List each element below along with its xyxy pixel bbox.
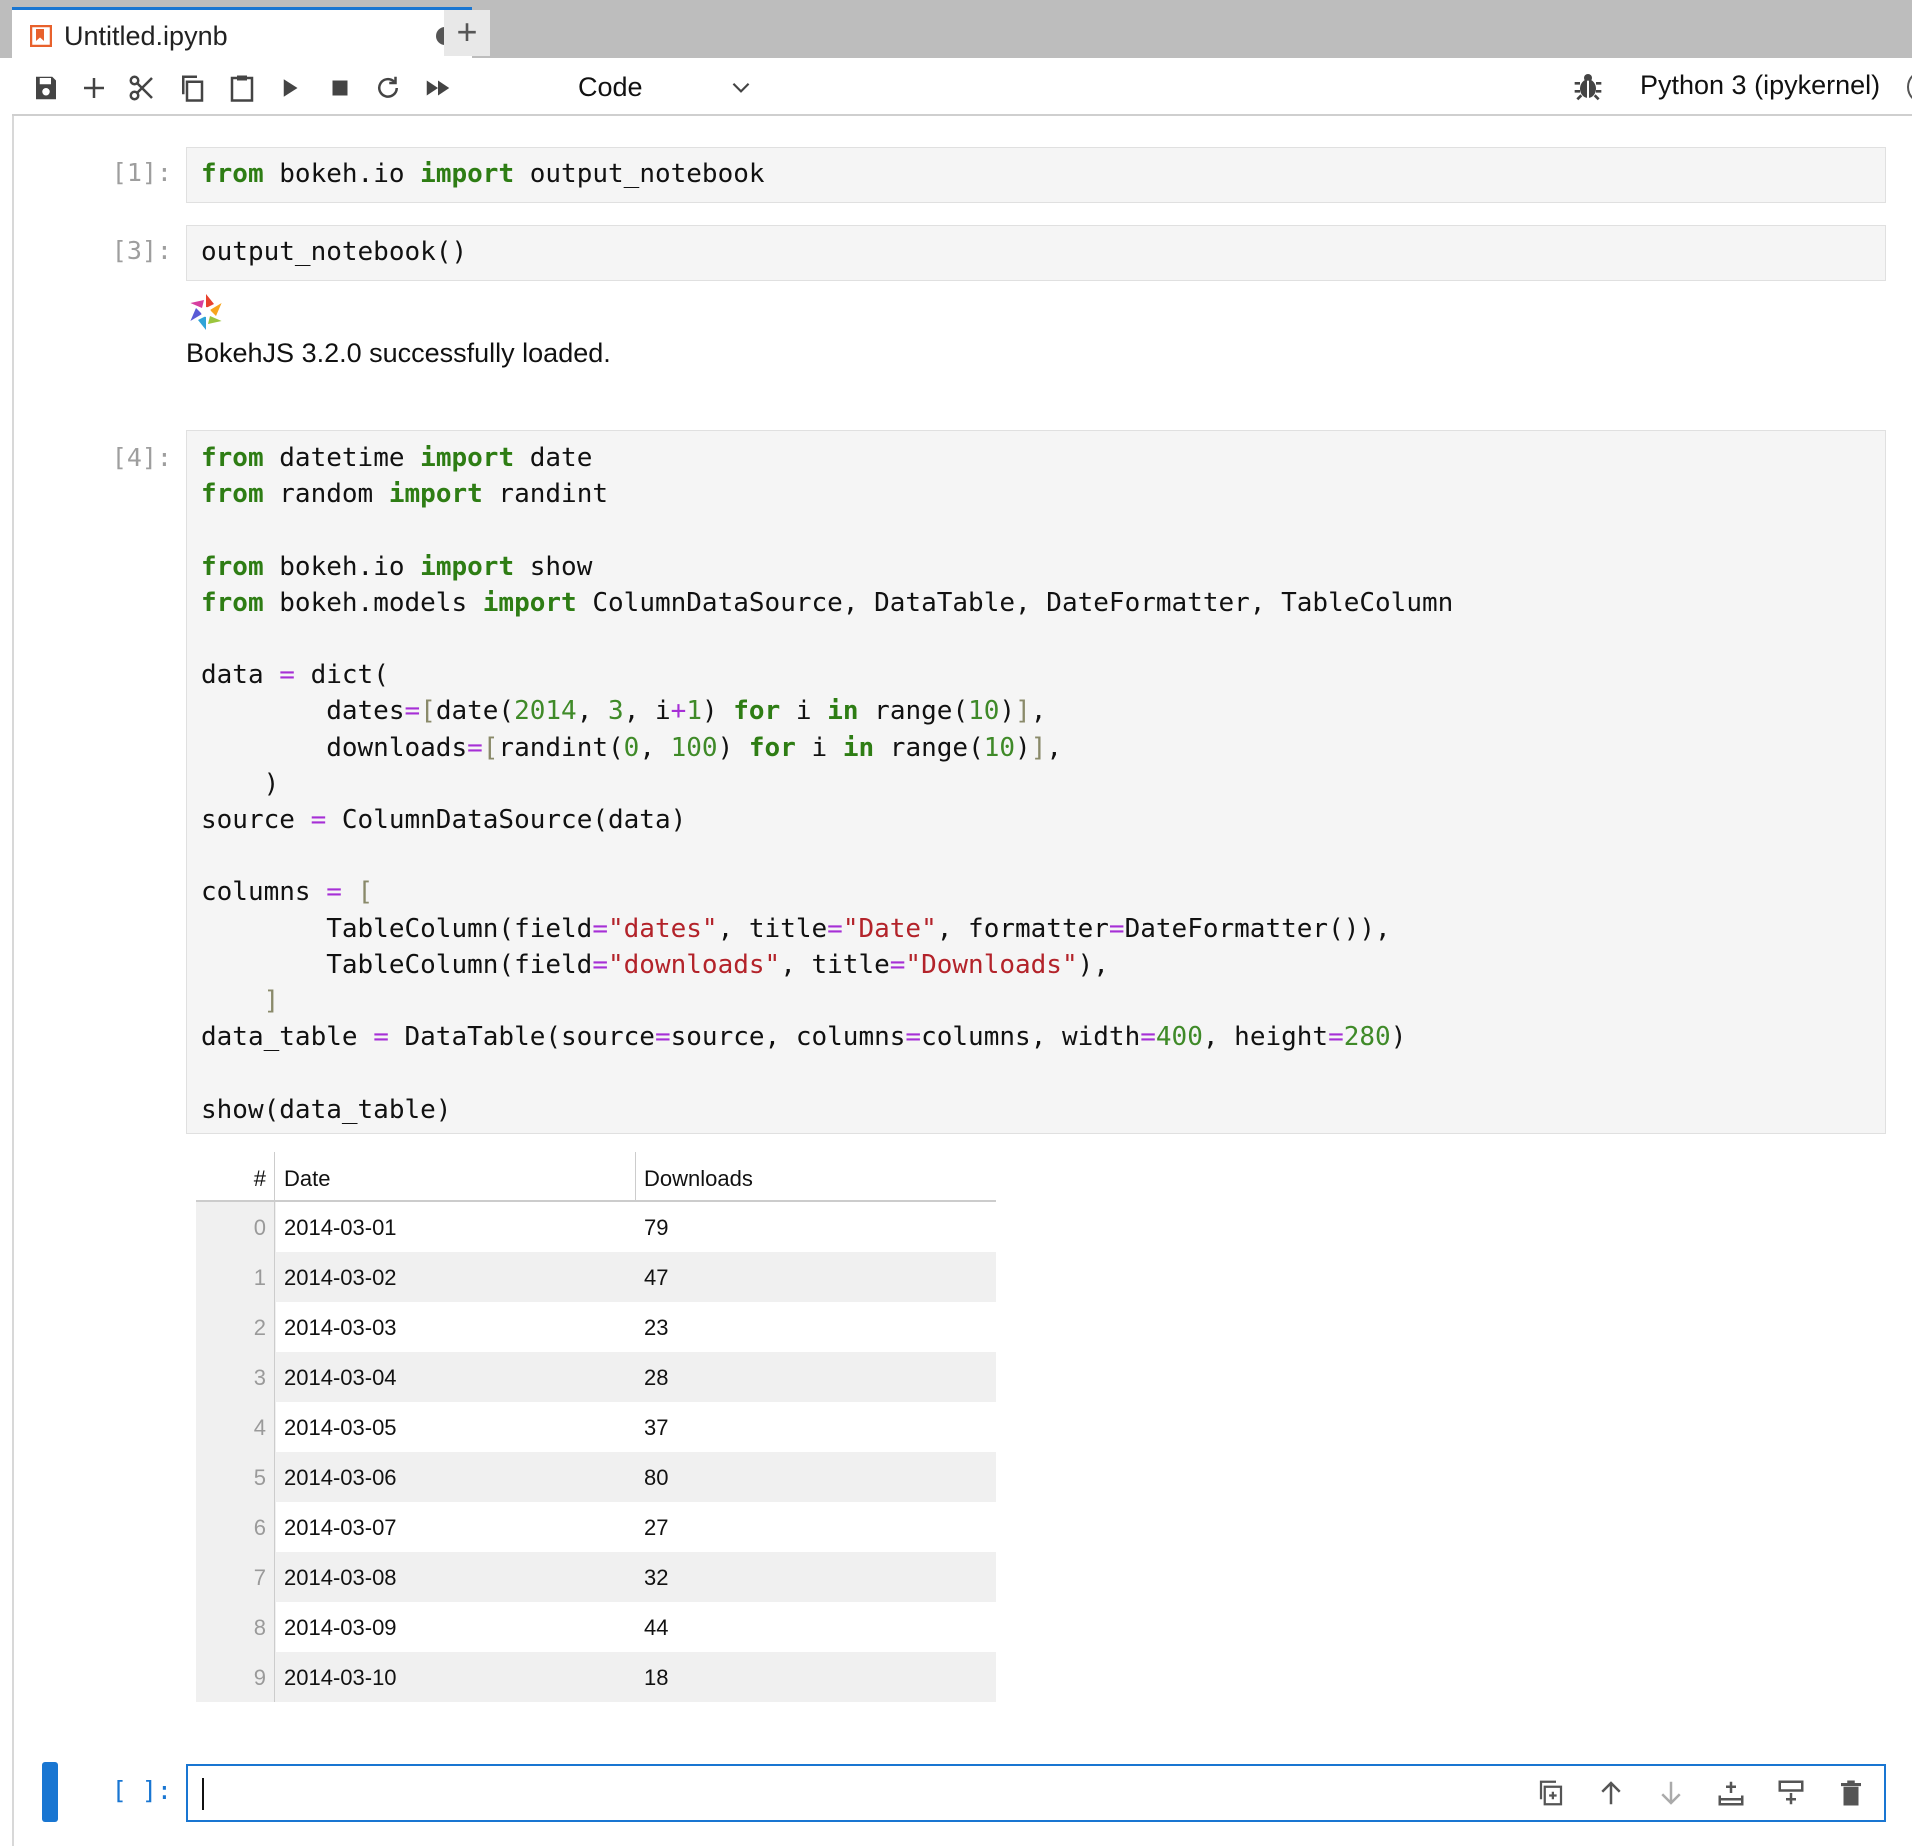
row-date: 2014-03-05 <box>284 1415 397 1440</box>
header-index[interactable]: # <box>196 1166 266 1192</box>
active-cell-indicator <box>42 1762 58 1822</box>
active-code-cell-input[interactable] <box>186 1764 1886 1822</box>
code-cell-input[interactable]: output_notebook() <box>186 225 1886 281</box>
fast-forward-icon[interactable] <box>420 70 456 106</box>
cell-type-value: Code <box>578 72 643 102</box>
row-downloads: 79 <box>644 1215 669 1240</box>
cell-prompt: [1]: <box>111 158 172 187</box>
row-index: 3 <box>253 1365 266 1390</box>
cell-prompt: [4]: <box>111 443 172 472</box>
stop-icon[interactable] <box>322 70 358 106</box>
tab-title: Untitled.ipynb <box>64 21 228 51</box>
copy-icon[interactable] <box>174 70 210 106</box>
row-downloads: 44 <box>644 1615 669 1640</box>
table-row[interactable]: 8 2014-03-09 44 <box>196 1602 996 1652</box>
row-downloads: 28 <box>644 1365 669 1390</box>
table-row[interactable]: 6 2014-03-07 27 <box>196 1502 996 1552</box>
table-row[interactable]: 5 2014-03-06 80 <box>196 1452 996 1502</box>
paste-icon[interactable] <box>224 70 260 106</box>
table-header: # Date Downloads <box>196 1152 996 1202</box>
code-cell-input[interactable]: from datetime import date from random im… <box>186 430 1886 1134</box>
new-tab-button[interactable]: + <box>444 10 490 56</box>
insert-above-icon[interactable] <box>1716 1778 1750 1812</box>
row-date: 2014-03-09 <box>284 1615 397 1640</box>
debugger-bug-icon[interactable] <box>1572 70 1608 106</box>
row-downloads: 32 <box>644 1565 669 1590</box>
cell-prompt: [ ]: <box>111 1776 172 1805</box>
header-date[interactable]: Date <box>284 1166 330 1192</box>
text-caret <box>202 1778 204 1810</box>
row-date: 2014-03-07 <box>284 1515 397 1540</box>
table-row[interactable]: 1 2014-03-02 47 <box>196 1252 996 1302</box>
insert-below-icon[interactable] <box>1776 1778 1810 1812</box>
row-date: 2014-03-03 <box>284 1315 397 1340</box>
row-index: 0 <box>253 1215 266 1240</box>
add-cell-icon[interactable] <box>76 70 112 106</box>
column-divider <box>274 1152 275 1702</box>
row-index: 7 <box>253 1565 266 1590</box>
row-date: 2014-03-06 <box>284 1465 397 1490</box>
row-date: 2014-03-10 <box>284 1665 397 1690</box>
notebook-icon <box>29 24 53 48</box>
code-text: from bokeh.io import output_notebook <box>201 159 765 189</box>
row-index: 8 <box>253 1615 266 1640</box>
row-downloads: 47 <box>644 1265 669 1290</box>
bokeh-loaded-message: BokehJS 3.2.0 successfully loaded. <box>186 338 611 368</box>
row-index: 5 <box>253 1465 266 1490</box>
notebook-tab[interactable]: Untitled.ipynb <box>12 7 472 58</box>
header-downloads[interactable]: Downloads <box>644 1166 753 1192</box>
move-up-icon[interactable] <box>1596 1778 1630 1812</box>
cut-icon[interactable] <box>124 70 160 106</box>
kernel-status-icon <box>1907 70 1912 104</box>
table-row[interactable]: 2 2014-03-03 23 <box>196 1302 996 1352</box>
row-date: 2014-03-04 <box>284 1365 397 1390</box>
row-downloads: 23 <box>644 1315 669 1340</box>
table-row[interactable]: 0 2014-03-01 79 <box>196 1202 996 1252</box>
restart-icon[interactable] <box>370 70 406 106</box>
row-index: 4 <box>253 1415 266 1440</box>
chevron-down-icon <box>728 68 754 116</box>
delete-cell-icon[interactable] <box>1836 1778 1870 1812</box>
column-divider <box>635 1152 636 1202</box>
row-date: 2014-03-08 <box>284 1565 397 1590</box>
code-text: output_notebook() <box>201 237 468 267</box>
row-date: 2014-03-02 <box>284 1265 397 1290</box>
table-row[interactable]: 9 2014-03-10 18 <box>196 1652 996 1702</box>
row-downloads: 18 <box>644 1665 669 1690</box>
table-row[interactable]: 3 2014-03-04 28 <box>196 1352 996 1402</box>
code-text: from datetime import date from random im… <box>201 443 1454 1125</box>
row-index: 9 <box>253 1665 266 1690</box>
row-downloads: 80 <box>644 1465 669 1490</box>
row-date: 2014-03-01 <box>284 1215 397 1240</box>
row-downloads: 37 <box>644 1415 669 1440</box>
code-cell-input[interactable]: from bokeh.io import output_notebook <box>186 147 1886 203</box>
notebook-left-border <box>12 116 14 1846</box>
table-row[interactable]: 4 2014-03-05 37 <box>196 1402 996 1452</box>
cell-type-select[interactable]: Code <box>578 68 754 106</box>
row-index: 1 <box>253 1265 266 1290</box>
run-icon[interactable] <box>272 70 308 106</box>
duplicate-cell-icon[interactable] <box>1536 1778 1570 1812</box>
save-icon[interactable] <box>28 70 64 106</box>
row-downloads: 27 <box>644 1515 669 1540</box>
notebook-toolbar: Code Python 3 (ipykernel) <box>12 58 1912 116</box>
row-index: 2 <box>253 1315 266 1340</box>
bokeh-logo-icon <box>186 292 226 332</box>
move-down-icon[interactable] <box>1656 1778 1690 1812</box>
kernel-name[interactable]: Python 3 (ipykernel) <box>1640 70 1880 101</box>
table-row[interactable]: 7 2014-03-08 32 <box>196 1552 996 1602</box>
cell-prompt: [3]: <box>111 236 172 265</box>
tab-bar: Untitled.ipynb + <box>0 0 1912 58</box>
row-index: 6 <box>253 1515 266 1540</box>
